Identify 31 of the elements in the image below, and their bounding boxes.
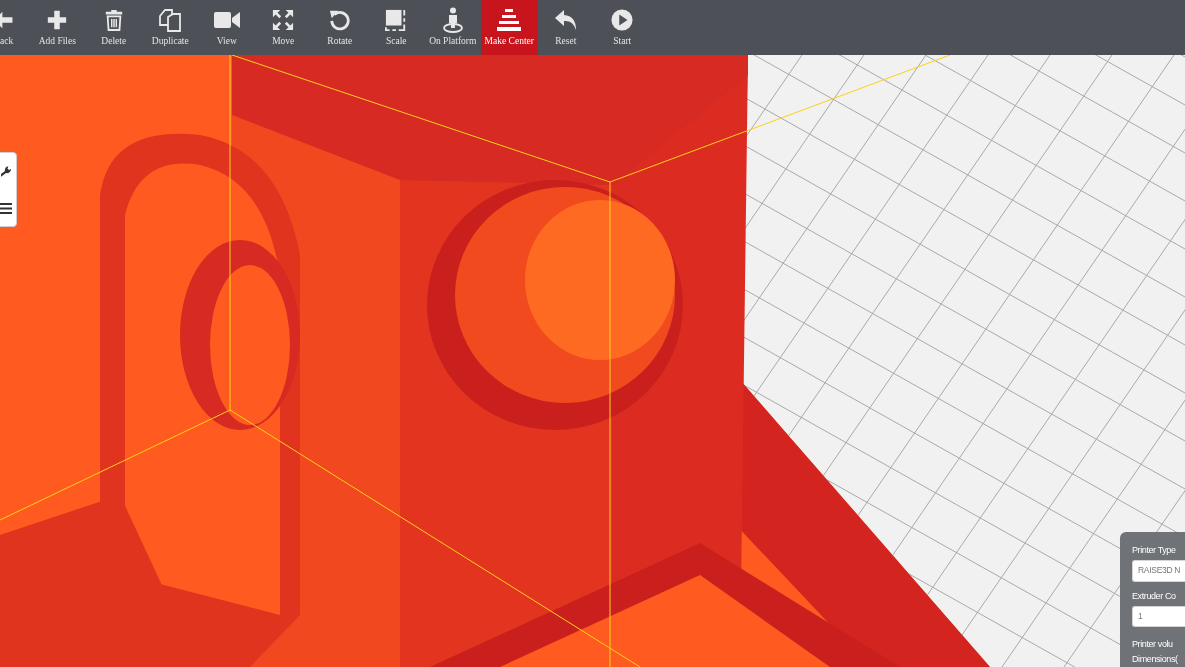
video-camera-icon: [213, 11, 240, 29]
toolbar-button[interactable]: Delete: [85, 0, 142, 55]
menu-icon[interactable]: [0, 203, 12, 214]
plus-icon: [46, 9, 69, 31]
stacked-bars-icon: [497, 9, 522, 31]
toolbar-button[interactable]: Reset: [537, 0, 594, 55]
rotate-icon: [328, 9, 351, 31]
play-icon: [611, 9, 634, 31]
copy-pages-icon: [158, 8, 183, 32]
toolbar-button[interactable]: Make Center: [481, 0, 538, 55]
toolbar-button[interactable]: Duplicate: [142, 0, 199, 55]
reply-arrow-icon: [553, 9, 578, 31]
toolbar-button[interactable]: Start: [594, 0, 651, 55]
input-field[interactable]: 1: [1132, 605, 1185, 627]
toolbar-button[interactable]: On Platform: [424, 0, 481, 55]
toolbar-button[interactable]: View: [198, 0, 255, 55]
toolbar-button[interactable]: Rotate: [311, 0, 368, 55]
person-on-ring-icon: [441, 7, 464, 33]
move-arrows-icon: [272, 9, 295, 31]
panel-text: Printer volu: [1132, 638, 1174, 651]
field-label: Extruder Co: [1132, 589, 1177, 602]
input-field[interactable]: RAISE3D N: [1132, 560, 1185, 582]
trash-icon: [103, 9, 124, 31]
field-label: Printer Type: [1132, 544, 1177, 556]
toolbar-button[interactable]: Scale: [368, 0, 425, 55]
toolbar-button[interactable]: Add Files: [29, 0, 86, 55]
scale-square-icon: [385, 9, 408, 31]
toolbar-button[interactable]: Move: [255, 0, 312, 55]
wrench-icon[interactable]: [1, 165, 12, 179]
toolbar-button[interactable]: ack: [0, 0, 29, 55]
panel-text: Dimensions(: [1132, 653, 1179, 666]
